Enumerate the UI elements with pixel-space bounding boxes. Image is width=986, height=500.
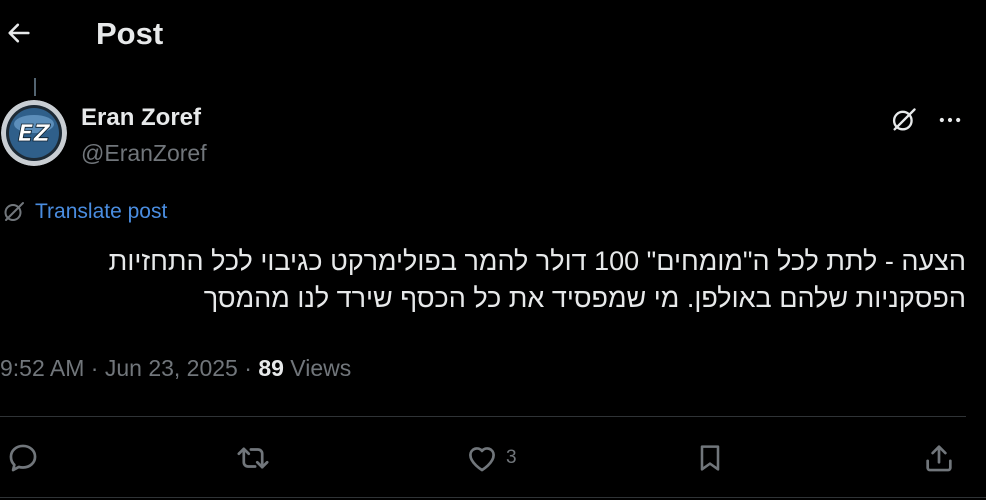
reply-icon (9, 444, 37, 472)
divider (0, 497, 986, 498)
repost-button[interactable] (234, 438, 272, 478)
author-name[interactable]: Eran Zoref (81, 104, 201, 132)
translate-label: Translate post (35, 200, 168, 223)
meta-separator: · (244, 355, 252, 381)
views-count: 89 (258, 355, 284, 381)
grok-icon (4, 202, 24, 221)
back-button[interactable] (2, 16, 36, 50)
views-label: Views (290, 355, 352, 381)
action-bar: 3 (0, 432, 986, 484)
avatar-initials: EZ (18, 121, 52, 147)
back-arrow-icon (8, 23, 30, 43)
like-count: 3 (506, 447, 517, 468)
post-text: הצעה - לתת לכל ה"מומחים" 100 דולר להמר ב… (16, 243, 966, 317)
like-button[interactable]: 3 (464, 438, 517, 478)
post-text-line: הצעה - לתת לכל ה"מומחים" 100 דולר להמר ב… (108, 246, 966, 276)
post-time[interactable]: 9:52 AM (0, 355, 84, 381)
header-bar: Post (0, 0, 986, 70)
repost-icon (237, 447, 269, 469)
author-handle[interactable]: @EranZoref (81, 140, 207, 167)
share-button[interactable] (922, 438, 956, 478)
post-text-line: הפסקניות שלהם באולפן. מי שמפסיד את כל הכ… (203, 283, 966, 313)
translate-post-link[interactable]: Translate post (2, 200, 167, 224)
post-date[interactable]: Jun 23, 2025 (105, 355, 238, 381)
meta-separator: · (90, 355, 99, 381)
like-icon (469, 447, 495, 472)
share-icon (926, 445, 952, 472)
grok-icon (892, 108, 916, 131)
thread-line (34, 78, 36, 96)
bookmark-button[interactable] (694, 438, 726, 478)
reply-button[interactable] (6, 438, 40, 478)
more-button[interactable] (934, 104, 966, 136)
post-meta: 9:52 AM · Jun 23, 2025 · 89 Views (0, 355, 351, 382)
avatar[interactable]: EZ (1, 100, 67, 166)
grok-button[interactable] (888, 104, 920, 136)
more-icon (939, 117, 961, 123)
divider (0, 416, 966, 417)
bookmark-icon (700, 445, 720, 471)
page-title: Post (96, 16, 164, 51)
